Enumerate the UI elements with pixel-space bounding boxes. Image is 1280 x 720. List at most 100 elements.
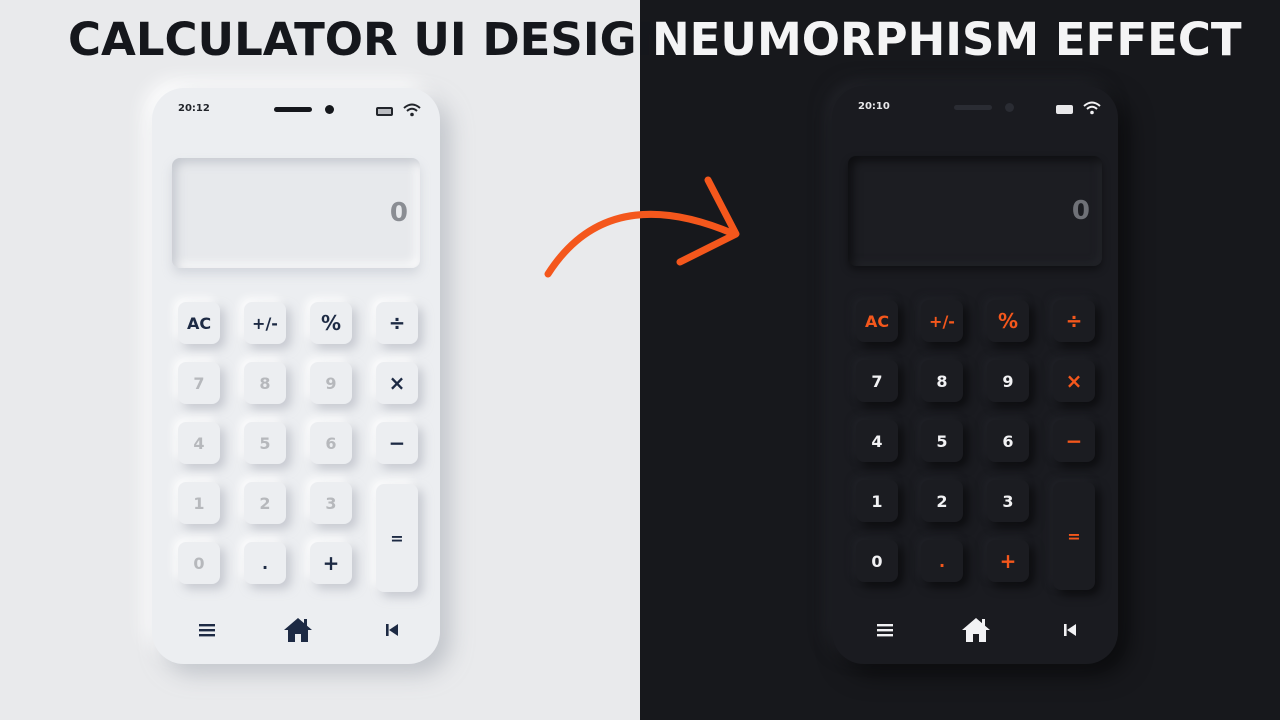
key-7[interactable]: 7 xyxy=(856,360,898,402)
key-label: 7 xyxy=(193,373,205,393)
key-minus[interactable]: − xyxy=(376,422,418,464)
speaker-grill xyxy=(274,107,312,112)
key-5[interactable]: 5 xyxy=(921,420,963,462)
key-label: +/- xyxy=(252,313,278,333)
key-label: = xyxy=(390,528,404,548)
key-label: 1 xyxy=(193,493,205,513)
key-4[interactable]: 4 xyxy=(178,422,220,464)
key-label: 5 xyxy=(259,433,271,453)
home-icon[interactable] xyxy=(958,612,994,648)
key-label: 0 xyxy=(871,551,883,571)
key-toggle-sign[interactable]: +/- xyxy=(244,302,286,344)
key-label: 3 xyxy=(1002,491,1014,511)
battery-icon xyxy=(1056,105,1073,114)
key-plus[interactable]: + xyxy=(987,540,1029,582)
key-4[interactable]: 4 xyxy=(856,420,898,462)
key-label: 8 xyxy=(259,373,271,393)
key-clear[interactable]: AC xyxy=(178,302,220,344)
display-value: 0 xyxy=(389,198,408,228)
front-camera xyxy=(1005,103,1014,112)
wifi-icon xyxy=(403,103,421,117)
status-bar: 20:10 xyxy=(832,86,1118,132)
key-9[interactable]: 9 xyxy=(987,360,1029,402)
speaker-grill xyxy=(954,105,992,110)
key-divide[interactable]: ÷ xyxy=(1053,300,1095,342)
key-2[interactable]: 2 xyxy=(921,480,963,522)
key-label: 3 xyxy=(325,493,337,513)
key-label: 2 xyxy=(936,491,948,511)
key-label: = xyxy=(1067,526,1081,546)
key-2[interactable]: 2 xyxy=(244,482,286,524)
key-percent[interactable]: % xyxy=(310,302,352,344)
key-label: % xyxy=(320,311,342,335)
key-label: 5 xyxy=(936,431,948,451)
bottom-nav xyxy=(832,612,1118,648)
key-percent[interactable]: % xyxy=(987,300,1029,342)
display-value: 0 xyxy=(1071,196,1090,226)
status-bar: 20:12 xyxy=(152,88,440,134)
key-label: + xyxy=(322,551,340,575)
key-label: 1 xyxy=(871,491,883,511)
headline-part-1: CALCULATOR UI DESIGN xyxy=(68,13,675,66)
key-toggle-sign[interactable]: +/- xyxy=(921,300,963,342)
key-label: . xyxy=(938,551,946,571)
key-clear[interactable]: AC xyxy=(856,300,898,342)
key-multiply[interactable]: × xyxy=(1053,360,1095,402)
key-9[interactable]: 9 xyxy=(310,362,352,404)
key-minus[interactable]: − xyxy=(1053,420,1095,462)
key-0[interactable]: 0 xyxy=(856,540,898,582)
key-6[interactable]: 6 xyxy=(310,422,352,464)
key-equals[interactable]: = xyxy=(376,484,418,592)
menu-icon[interactable] xyxy=(189,612,225,648)
key-7[interactable]: 7 xyxy=(178,362,220,404)
key-label: . xyxy=(261,553,269,573)
key-6[interactable]: 6 xyxy=(987,420,1029,462)
key-5[interactable]: 5 xyxy=(244,422,286,464)
menu-icon[interactable] xyxy=(867,612,903,648)
key-label: − xyxy=(388,431,406,455)
key-decimal[interactable]: . xyxy=(244,542,286,584)
wifi-icon xyxy=(1083,101,1101,115)
home-icon[interactable] xyxy=(280,612,316,648)
headline-part-2: NEUMORPHISM EFFECT xyxy=(652,13,1242,66)
key-label: × xyxy=(388,371,406,395)
key-3[interactable]: 3 xyxy=(987,480,1029,522)
key-8[interactable]: 8 xyxy=(921,360,963,402)
light-calculator-phone: 20:12 0 AC +/- % ÷ 7 8 9 × 4 5 6 − 1 2 3… xyxy=(152,88,440,664)
calculator-display: 0 xyxy=(848,156,1102,266)
key-label: 0 xyxy=(193,553,205,573)
key-equals[interactable]: = xyxy=(1053,482,1095,590)
key-label: − xyxy=(1065,429,1083,453)
key-8[interactable]: 8 xyxy=(244,362,286,404)
key-label: 9 xyxy=(325,373,337,393)
calculator-display: 0 xyxy=(172,158,420,268)
key-3[interactable]: 3 xyxy=(310,482,352,524)
skip-back-icon[interactable] xyxy=(374,612,410,648)
battery-icon xyxy=(376,107,393,116)
key-label: % xyxy=(997,309,1019,333)
headline: CALCULATOR UI DESIGN NEUMORPHISM EFFECT xyxy=(0,10,1280,70)
key-label: AC xyxy=(186,313,212,333)
key-label: + xyxy=(999,549,1017,573)
key-decimal[interactable]: . xyxy=(921,540,963,582)
dark-calculator-phone: 20:10 0 AC +/- % ÷ 7 8 9 × 4 5 6 − 1 2 3… xyxy=(832,86,1118,664)
key-label: 2 xyxy=(259,493,271,513)
key-label: 7 xyxy=(871,371,883,391)
front-camera xyxy=(325,105,334,114)
key-label: ÷ xyxy=(388,311,406,335)
key-1[interactable]: 1 xyxy=(178,482,220,524)
key-divide[interactable]: ÷ xyxy=(376,302,418,344)
transition-arrow-icon xyxy=(544,176,740,278)
key-label: 6 xyxy=(1002,431,1014,451)
bottom-nav xyxy=(152,612,440,648)
key-label: AC xyxy=(864,311,890,331)
status-time: 20:12 xyxy=(178,103,210,114)
key-label: 4 xyxy=(193,433,205,453)
skip-back-icon[interactable] xyxy=(1052,612,1088,648)
key-1[interactable]: 1 xyxy=(856,480,898,522)
key-multiply[interactable]: × xyxy=(376,362,418,404)
key-plus[interactable]: + xyxy=(310,542,352,584)
key-label: 6 xyxy=(325,433,337,453)
key-label: 4 xyxy=(871,431,883,451)
key-0[interactable]: 0 xyxy=(178,542,220,584)
